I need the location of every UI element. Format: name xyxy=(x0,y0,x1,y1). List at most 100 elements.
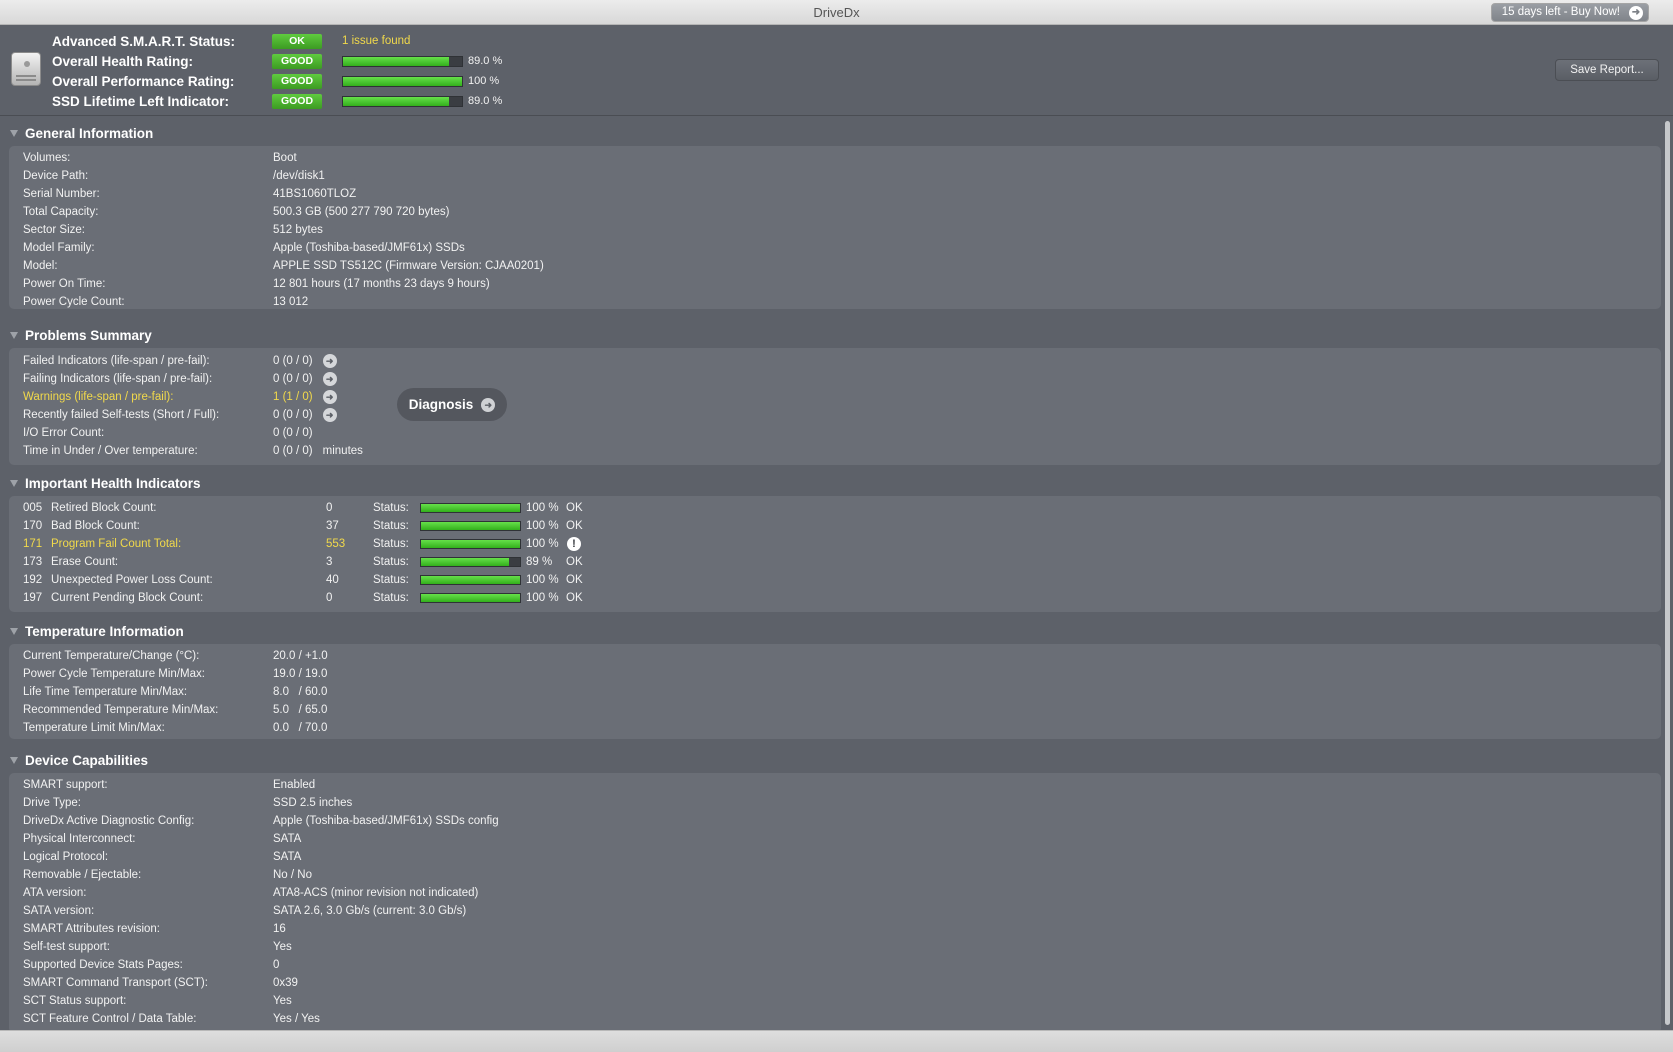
disclosure-triangle-icon[interactable] xyxy=(10,479,18,487)
health-row[interactable]: 197 Current Pending Block Count: 0 Statu… xyxy=(23,589,583,607)
arrow-right-icon[interactable]: ➜ xyxy=(322,408,337,422)
attribute-value: 40 xyxy=(326,574,339,586)
health-indicators-panel: 005 Retired Block Count: 0 Status: 100 %… xyxy=(9,496,1661,612)
problem-value: 0 (0 / 0) xyxy=(273,445,313,457)
scrollbar-thumb[interactable] xyxy=(1665,121,1670,1025)
attribute-label: Retired Block Count: xyxy=(51,502,157,514)
problem-label: Failing Indicators (life-span / pre-fail… xyxy=(23,373,213,385)
temperature-row: Current Temperature/Change (°C): 20.0 / +… xyxy=(23,647,328,665)
capability-label: Removable / Ejectable: xyxy=(23,869,142,881)
smart-status-label: Advanced S.M.A.R.T. Status: xyxy=(52,33,236,49)
lifetime-left-row: SSD Lifetime Left Indicator: GOOD 89.0 % xyxy=(52,91,502,111)
status-label: Status: xyxy=(373,556,409,568)
arrow-right-icon[interactable]: ➜ xyxy=(322,354,337,368)
attribute-id: 197 xyxy=(23,592,43,604)
disclosure-triangle-icon[interactable] xyxy=(10,331,18,339)
temperature-label: Temperature Limit Min/Max: xyxy=(23,722,165,734)
disclosure-triangle-icon[interactable] xyxy=(10,129,18,137)
health-row-warning[interactable]: 171 Program Fail Count Total: 553 Status… xyxy=(23,535,581,553)
problem-label: Time in Under / Over temperature: xyxy=(23,445,198,457)
capability-row: Logical Protocol: SATA xyxy=(23,848,301,866)
temperature-value: 8.0 / 60.0 xyxy=(273,686,328,698)
capability-row: Physical Interconnect: SATA xyxy=(23,830,301,848)
section-title: Temperature Information xyxy=(25,623,184,639)
attribute-id: 171 xyxy=(23,538,43,550)
info-row: Sector Size: 512 bytes xyxy=(23,221,323,239)
capability-label: Self-test support: xyxy=(23,941,110,953)
section-title: Device Capabilities xyxy=(25,752,149,768)
temperature-label: Recommended Temperature Min/Max: xyxy=(23,704,219,716)
status-label: Status: xyxy=(373,538,409,550)
section-capabilities-header[interactable]: Device Capabilities xyxy=(0,748,1661,772)
capability-row: SATA version: SATA 2.6, 3.0 Gb/s (current… xyxy=(23,902,466,920)
capability-row: Supported Device Stats Pages: 0 xyxy=(23,956,279,974)
attribute-label: Bad Block Count: xyxy=(51,520,140,532)
performance-rating-bar xyxy=(342,75,463,87)
health-row[interactable]: 192 Unexpected Power Loss Count: 40 Stat… xyxy=(23,571,583,589)
problem-value: 0 (0 / 0) xyxy=(273,373,313,385)
health-row[interactable]: 005 Retired Block Count: 0 Status: 100 %… xyxy=(23,499,583,517)
buy-now-label: 15 days left - Buy Now! xyxy=(1501,6,1620,18)
capability-label: Drive Type: xyxy=(23,797,81,809)
capability-value: No / No xyxy=(273,869,312,881)
capability-label: Physical Interconnect: xyxy=(23,833,136,845)
problem-value: 1 (1 / 0) xyxy=(273,391,313,403)
diagnosis-button[interactable]: Diagnosis ➜ xyxy=(397,388,507,421)
info-value: 12 801 hours (17 months 23 days 9 hours) xyxy=(273,278,490,290)
health-rating-badge: GOOD xyxy=(272,53,322,69)
section-health-header[interactable]: Important Health Indicators xyxy=(0,471,1661,495)
problem-row: Failed Indicators (life-span / pre-fail)… xyxy=(23,352,337,370)
section-problems-header[interactable]: Problems Summary xyxy=(0,323,1661,347)
attribute-label: Current Pending Block Count: xyxy=(51,592,204,604)
capability-label: Supported Device Stats Pages: xyxy=(23,959,183,971)
status-bar xyxy=(420,521,521,531)
capability-value: SATA 2.6, 3.0 Gb/s (current: 3.0 Gb/s) xyxy=(273,905,467,917)
capability-row: SMART support: Enabled xyxy=(23,776,315,794)
disclosure-triangle-icon[interactable] xyxy=(10,627,18,635)
lifetime-left-percent: 89.0 % xyxy=(468,95,503,107)
performance-rating-badge: GOOD xyxy=(272,73,322,89)
health-row[interactable]: 173 Erase Count: 3 Status: 89 % OK xyxy=(23,553,583,571)
attribute-id: 173 xyxy=(23,556,43,568)
lifetime-left-bar xyxy=(342,95,463,107)
lifetime-left-badge: GOOD xyxy=(272,93,322,109)
section-general-header[interactable]: General Information xyxy=(0,121,1661,145)
arrow-right-icon[interactable]: ➜ xyxy=(322,372,337,386)
info-label: Volumes: xyxy=(23,152,71,164)
vertical-scrollbar[interactable] xyxy=(1661,117,1673,1030)
health-row[interactable]: 170 Bad Block Count: 37 Status: 100 % OK xyxy=(23,517,583,535)
arrow-right-icon[interactable]: ➜ xyxy=(322,390,337,404)
performance-rating-percent: 100 % xyxy=(468,75,500,87)
capability-label: DriveDx Active Diagnostic Config: xyxy=(23,815,195,827)
capability-value: Yes xyxy=(273,941,292,953)
info-label: Model Family: xyxy=(23,242,95,254)
buy-now-button[interactable]: 15 days left - Buy Now! ➜ xyxy=(1490,3,1649,22)
capability-label: SATA version: xyxy=(23,905,95,917)
info-label: Power On Time: xyxy=(23,278,106,290)
status-label: Status: xyxy=(373,574,409,586)
attribute-label: Unexpected Power Loss Count: xyxy=(51,574,213,586)
temperature-row: Temperature Limit Min/Max: 0.0 / 70.0 xyxy=(23,719,327,737)
status-result: OK xyxy=(566,502,583,514)
section-temperature-header[interactable]: Temperature Information xyxy=(0,619,1661,643)
attribute-id: 170 xyxy=(23,520,43,532)
attribute-id: 192 xyxy=(23,574,43,586)
problems-panel: Failed Indicators (life-span / pre-fail)… xyxy=(9,348,1661,465)
info-value: Apple (Toshiba-based/JMF61x) SSDs xyxy=(273,242,465,254)
info-value: 41BS1060TLOZ xyxy=(273,188,357,200)
problem-row: Recently failed Self-tests (Short / Full… xyxy=(23,406,337,424)
title-bar: DriveDx 15 days left - Buy Now! ➜ xyxy=(0,0,1673,25)
status-bar xyxy=(420,539,521,549)
issue-count-link[interactable]: 1 issue found xyxy=(342,35,410,47)
status-percent: 100 % xyxy=(526,592,559,604)
problem-label: I/O Error Count: xyxy=(23,427,105,439)
disclosure-triangle-icon[interactable] xyxy=(10,756,18,764)
info-label: Serial Number: xyxy=(23,188,100,200)
capability-value: 0x39 xyxy=(273,977,298,989)
save-report-button[interactable]: Save Report... xyxy=(1555,59,1659,81)
capability-label: ATA version: xyxy=(23,887,87,899)
temperature-value: 20.0 / +1.0 xyxy=(273,650,328,662)
status-bar xyxy=(420,557,521,567)
warning-icon[interactable]: ! xyxy=(567,537,581,551)
temperature-label: Current Temperature/Change (°C): xyxy=(23,650,200,662)
